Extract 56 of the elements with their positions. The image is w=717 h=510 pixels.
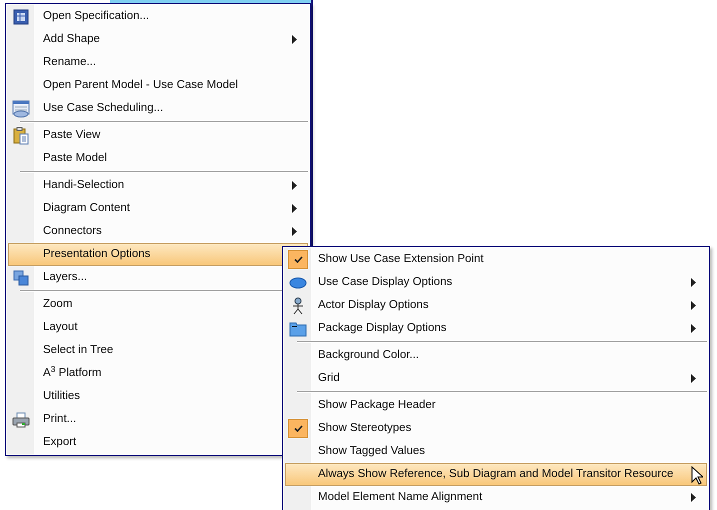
mouse-pointer-icon	[691, 466, 703, 485]
menu-item[interactable]: Grid	[285, 367, 707, 390]
menu-item[interactable]: Background Color...	[285, 344, 707, 367]
menu-label: Paste Model	[42, 150, 107, 166]
menu-label: Zoom	[42, 296, 72, 312]
menu-label: Handi-Selection	[42, 178, 124, 193]
menu-item[interactable]: Open Specification...	[8, 5, 308, 28]
menu-label: Grid	[317, 370, 340, 386]
menu-label: A$^{3}$ Platform	[42, 364, 102, 381]
menu-item[interactable]: Add Shape	[8, 28, 308, 51]
menu-label: Show Use Case Extension Point	[317, 252, 484, 267]
menu-label: Actor Display Options	[317, 298, 429, 313]
menu-item[interactable]: Always Show Reference, Sub Diagram and Model Transitor Resource	[285, 463, 707, 486]
menu-label: Show Tagged Values	[317, 444, 425, 459]
specification-icon	[13, 8, 29, 24]
menu-item[interactable]: Rename...	[8, 51, 308, 74]
clipboard-icon	[13, 126, 29, 144]
calendar-icon	[12, 100, 30, 118]
menu-label: Add Shape	[42, 32, 100, 47]
menu-label: Diagram Content	[42, 200, 130, 216]
menu-item[interactable]: Connectors	[8, 220, 308, 243]
menu-label: Utilities	[42, 388, 80, 404]
menu-item[interactable]: Open Parent Model - Use Case Model	[8, 74, 308, 97]
stick-figure-icon	[291, 296, 305, 314]
menu-label: Use Case Scheduling...	[42, 100, 164, 116]
menu-label: Presentation Options	[42, 246, 150, 262]
menu-item[interactable]: Handi-Selection	[8, 174, 308, 197]
menu-item[interactable]: Presentation Options	[8, 243, 308, 266]
menu-label: Layout	[42, 320, 78, 335]
menu-item[interactable]: Show Tagged Values	[285, 440, 707, 463]
menu-item[interactable]: Model Element Name Alignment	[285, 486, 707, 509]
menu-item[interactable]: Paste View	[8, 124, 308, 147]
menu-item[interactable]: Actor Display Options	[285, 294, 707, 317]
menu-item[interactable]: Paste Model	[8, 147, 308, 170]
menu-label: Paste View	[42, 128, 100, 143]
menu-label: Background Color...	[317, 348, 420, 363]
menu-item[interactable]: Diagram Content	[8, 197, 308, 220]
menu-label: Package Display Options	[317, 320, 446, 336]
menu-label: Show Stereotypes	[317, 420, 412, 436]
menu-item[interactable]: Use Case Scheduling...	[8, 97, 308, 120]
menu-label: Use Case Display Options	[317, 274, 452, 290]
menu-label: Show Package Header	[317, 398, 436, 413]
menu-label: Layers...	[42, 270, 88, 285]
menu-label: Open Parent Model - Use Case Model	[42, 78, 238, 93]
menu-label: Export	[42, 434, 76, 450]
menu-label: Select in Tree	[42, 342, 114, 358]
folder-icon	[289, 320, 307, 336]
menu-label: Always Show Reference, Sub Diagram and Model Transitor Resource	[317, 466, 674, 482]
menu-label: Model Element Name Alignment	[317, 490, 482, 505]
menu-label: Open Specification...	[42, 8, 150, 24]
menu-label: Print...	[42, 412, 76, 427]
printer-icon	[12, 412, 30, 428]
menu-label: Rename...	[42, 54, 96, 70]
layers-icon	[13, 270, 29, 286]
menu-label: Connectors	[42, 224, 102, 239]
menu-item[interactable]: Package Display Options	[285, 317, 707, 340]
